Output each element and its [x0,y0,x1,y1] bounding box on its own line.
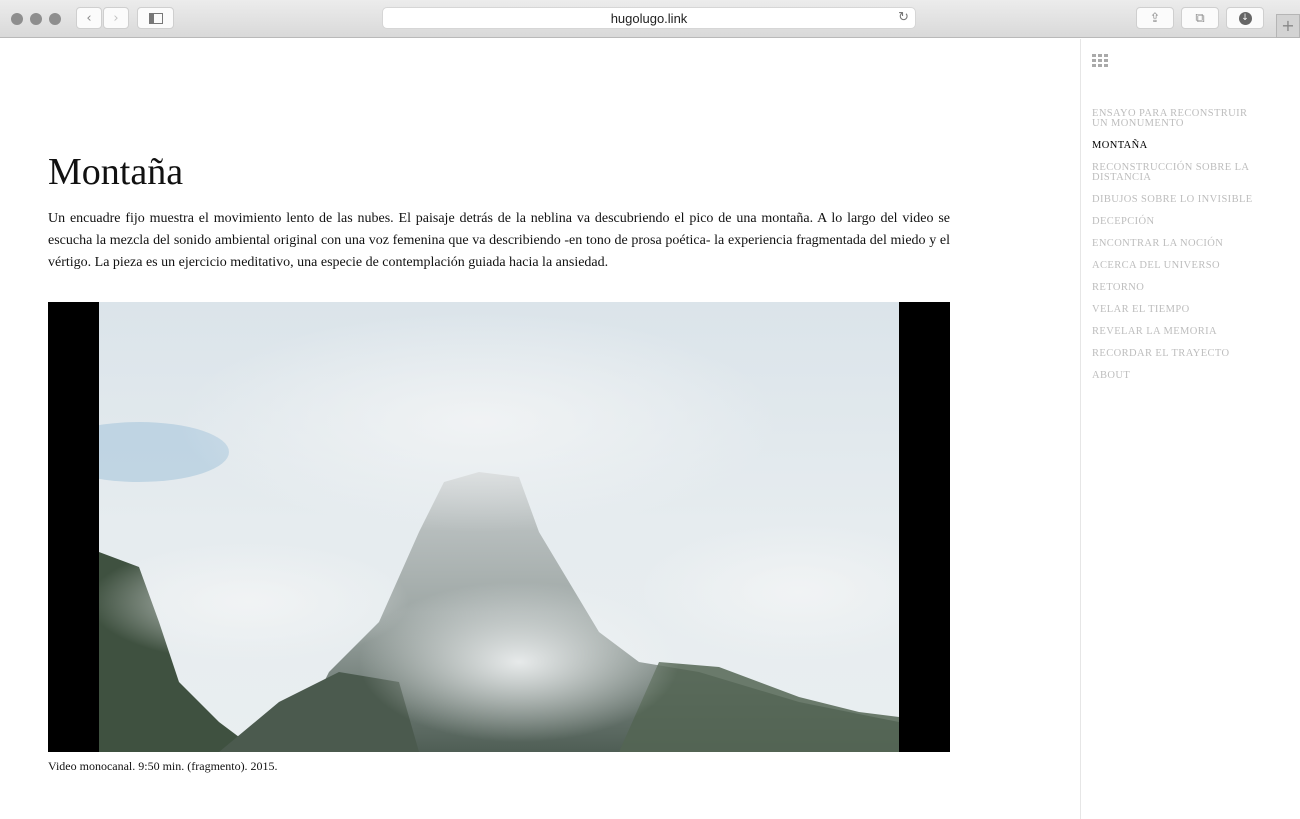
project-menu: ENSAYO PARA RECONSTRUIR UN MONUMENTO MON… [1092,108,1262,393]
plus-icon: + [1281,16,1295,35]
project-description: Un encuadre fijo muestra el movimiento l… [48,211,950,270]
menu-item-revelar[interactable]: REVELAR LA MEMORIA [1092,326,1262,337]
menu-item-reconstruccion[interactable]: RECONSTRUCCIÓN SOBRE LA DISTANCIA [1092,162,1262,183]
back-button[interactable]: ‹ [76,7,102,29]
zoom-window-button[interactable] [49,13,61,25]
downloads-button[interactable]: ↓ [1226,7,1264,29]
close-window-button[interactable] [11,13,23,25]
menu-item-ensayo[interactable]: ENSAYO PARA RECONSTRUIR UN MONUMENTO [1092,108,1262,129]
sidebar-icon [148,12,163,24]
sidebar-toggle-button[interactable] [137,7,174,29]
page-title: Montaña [48,151,184,193]
chevron-right-icon: › [113,10,119,26]
grid-icon[interactable] [1092,54,1108,67]
browser-toolbar: ‹ › hugolugo.link ↻ ⇪ ⧉ ↓ + [0,0,1300,38]
sidebar-nav: ENSAYO PARA RECONSTRUIR UN MONUMENTO MON… [1080,39,1300,819]
tabs-button[interactable]: ⧉ [1181,7,1219,29]
menu-item-encontrar[interactable]: ENCONTRAR LA NOCIÓN [1092,238,1262,249]
menu-item-about[interactable]: ABOUT [1092,370,1262,381]
menu-item-montana[interactable]: MONTAÑA [1092,140,1262,151]
menu-item-dibujos[interactable]: DIBUJOS SOBRE LO INVISIBLE [1092,194,1262,205]
minimize-window-button[interactable] [30,13,42,25]
new-tab-button[interactable]: + [1276,14,1300,38]
download-icon: ↓ [1238,11,1252,25]
share-button[interactable]: ⇪ [1136,7,1174,29]
menu-item-recordar[interactable]: RECORDAR EL TRAYECTO [1092,348,1262,359]
forward-button[interactable]: › [103,7,129,29]
tabs-icon: ⧉ [1195,10,1205,26]
video-caption: Video monocanal. 9:50 min. (fragmento). … [48,759,278,773]
video-frame-mountain [99,302,899,752]
menu-item-acerca[interactable]: ACERCA DEL UNIVERSO [1092,260,1262,271]
address-bar[interactable]: hugolugo.link ↻ [382,7,916,29]
chevron-left-icon: ‹ [86,10,92,26]
menu-item-velar[interactable]: VELAR EL TIEMPO [1092,304,1262,315]
reload-icon[interactable]: ↻ [898,10,909,25]
video-player[interactable] [48,302,950,752]
url-text: hugolugo.link [610,10,688,26]
share-icon: ⇪ [1149,10,1161,26]
menu-item-decepcion[interactable]: DECEPCIÓN [1092,216,1262,227]
menu-item-retorno[interactable]: RETORNO [1092,282,1262,293]
